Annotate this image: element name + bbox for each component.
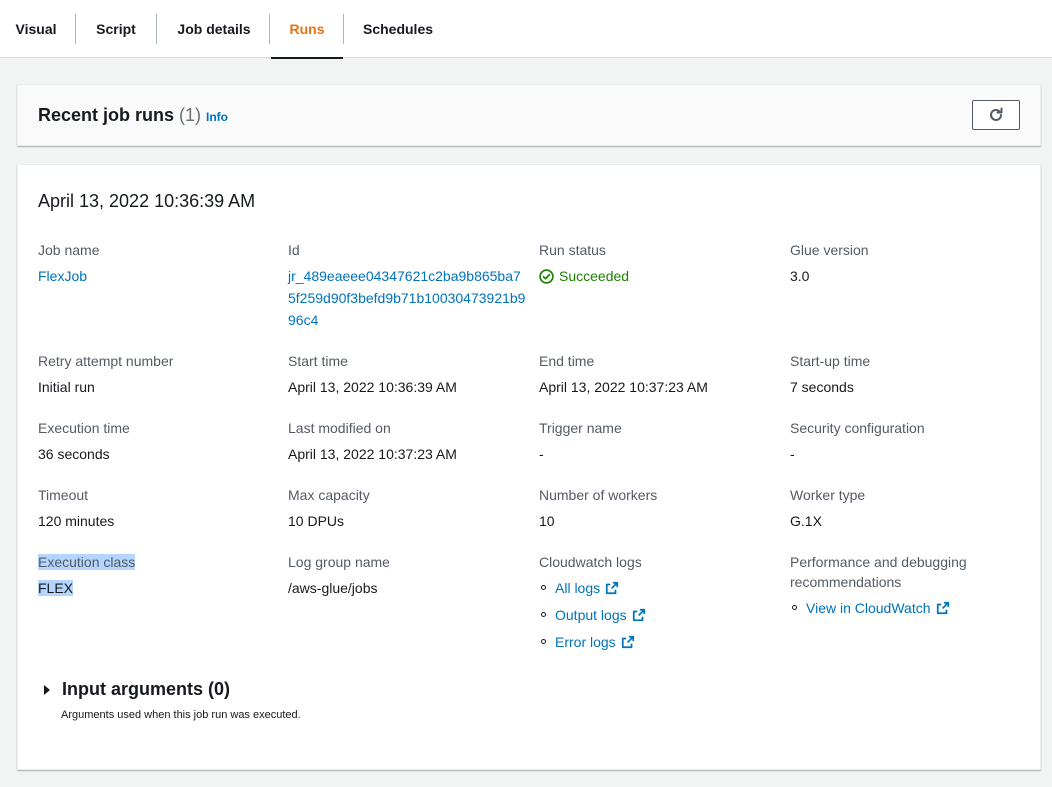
performance-label: Performance and debugging recommendation… xyxy=(790,554,967,590)
cloudwatch-logs-label: Cloudwatch logs xyxy=(539,554,642,570)
view-in-cloudwatch-link[interactable]: View in CloudWatch xyxy=(806,598,931,618)
tab-divider xyxy=(269,14,270,44)
num-workers-label: Number of workers xyxy=(539,487,658,503)
id-label: Id xyxy=(288,242,300,258)
refresh-icon xyxy=(990,107,1003,121)
output-logs-link[interactable]: Output logs xyxy=(555,605,627,625)
all-logs-link[interactable]: All logs xyxy=(555,578,600,598)
external-link-icon xyxy=(936,601,950,615)
bullet-icon xyxy=(792,605,797,610)
glue-version-value: 3.0 xyxy=(790,268,810,284)
max-capacity-value: 10 DPUs xyxy=(288,513,345,529)
execution-class-value-text: FLEX xyxy=(38,580,74,596)
tab-job-details[interactable]: Job details xyxy=(160,0,268,58)
execution-class-label-text: Execution class xyxy=(38,554,136,570)
error-logs-link[interactable]: Error logs xyxy=(555,632,616,652)
tab-script[interactable]: Script xyxy=(80,0,152,58)
external-link-icon xyxy=(605,581,619,595)
last-modified-label: Last modified on xyxy=(288,420,391,436)
input-arguments-description: Arguments used when this job run was exe… xyxy=(61,709,301,721)
check-circle-icon xyxy=(539,268,554,284)
max-capacity-label: Max capacity xyxy=(288,487,370,503)
num-workers-value: 10 xyxy=(539,513,555,529)
end-time-label: End time xyxy=(539,353,595,369)
list-item: View in CloudWatch xyxy=(792,594,950,621)
startup-time-value: 7 seconds xyxy=(790,379,854,395)
page-title: Recent job runs (1) xyxy=(38,105,201,126)
job-run-details: April 13, 2022 10:36:39 AM Job name Flex… xyxy=(17,164,1041,770)
timeout-value: 120 minutes xyxy=(38,513,115,529)
worker-type-value: G.1X xyxy=(790,513,822,529)
refresh-button[interactable] xyxy=(972,100,1020,130)
bullet-icon xyxy=(541,585,546,590)
run-status-value: Succeeded xyxy=(559,268,630,284)
bullet-icon xyxy=(541,639,546,644)
tab-bar: Visual Script Job details Runs Schedules xyxy=(0,0,1052,59)
tab-divider xyxy=(343,14,344,44)
start-time-label: Start time xyxy=(288,353,348,369)
execution-time-label: Execution time xyxy=(38,420,130,436)
retry-attempt-value: Initial run xyxy=(38,379,95,395)
list-item: All logs xyxy=(541,574,646,601)
run-count: (1) xyxy=(179,105,202,125)
job-name-label: Job name xyxy=(38,242,100,258)
list-item: Error logs xyxy=(541,628,646,655)
tab-divider xyxy=(75,14,76,44)
caret-right-icon xyxy=(44,684,50,695)
header-title-text: Recent job runs xyxy=(38,105,175,125)
external-link-icon xyxy=(632,608,646,622)
log-group-value: /aws-glue/jobs xyxy=(288,580,378,596)
startup-time-label: Start-up time xyxy=(790,353,871,369)
run-id-link[interactable]: jr_489eaeee04347621c2ba9b865ba75f259d90f… xyxy=(288,265,528,331)
run-status: Succeeded xyxy=(539,266,629,286)
info-link[interactable]: Info xyxy=(206,110,228,124)
security-config-value: - xyxy=(790,446,795,462)
retry-attempt-label: Retry attempt number xyxy=(38,353,174,369)
bullet-icon xyxy=(541,612,546,617)
list-item: Output logs xyxy=(541,601,646,628)
tab-divider xyxy=(156,14,157,44)
input-arguments-expander[interactable]: Input arguments (0) xyxy=(42,679,230,700)
job-name-link[interactable]: FlexJob xyxy=(38,266,87,286)
tab-schedules[interactable]: Schedules xyxy=(348,0,448,58)
recent-runs-header: Recent job runs (1) Info xyxy=(17,84,1041,146)
start-time-value: April 13, 2022 10:36:39 AM xyxy=(288,379,457,395)
security-config-label: Security configuration xyxy=(790,420,925,436)
run-timestamp: April 13, 2022 10:36:39 AM xyxy=(38,191,256,211)
log-group-label: Log group name xyxy=(288,554,390,570)
run-status-label: Run status xyxy=(539,242,606,258)
timeout-label: Timeout xyxy=(38,487,89,503)
execution-class-label: Execution class xyxy=(38,552,136,572)
input-arguments-title: Input arguments (0) xyxy=(62,679,231,699)
external-link-icon xyxy=(621,635,635,649)
end-time-value: April 13, 2022 10:37:23 AM xyxy=(539,379,708,395)
worker-type-label: Worker type xyxy=(790,487,866,503)
tab-visual[interactable]: Visual xyxy=(0,0,72,58)
glue-version-label: Glue version xyxy=(790,242,869,258)
cloudwatch-logs-list: All logs Output logs Error logs xyxy=(541,574,646,655)
tab-runs[interactable]: Runs xyxy=(271,0,343,59)
execution-time-value: 36 seconds xyxy=(38,446,110,462)
trigger-name-label: Trigger name xyxy=(539,420,622,436)
last-modified-value: April 13, 2022 10:37:23 AM xyxy=(288,446,457,462)
performance-list: View in CloudWatch xyxy=(792,594,950,621)
execution-class-value: FLEX xyxy=(38,578,74,598)
trigger-name-value: - xyxy=(539,446,544,462)
